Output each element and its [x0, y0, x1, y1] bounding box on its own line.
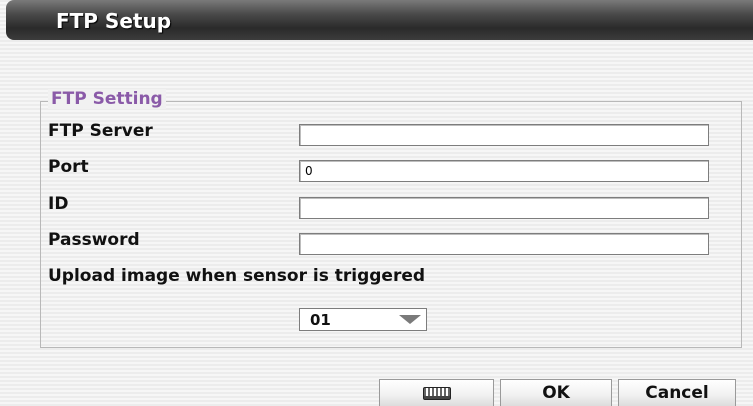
password-label: Password	[48, 230, 140, 250]
ftp-setup-dialog: FTP Setup FTP Setting FTP Server Port 0 …	[0, 0, 753, 406]
dialog-title: FTP Setup	[56, 9, 172, 33]
ok-button[interactable]: OK	[500, 379, 612, 406]
keyboard-button[interactable]	[379, 379, 494, 406]
port-label: Port	[48, 157, 89, 177]
cancel-button[interactable]: Cancel	[618, 379, 736, 406]
id-field[interactable]	[299, 197, 709, 219]
keyboard-icon	[422, 386, 451, 400]
password-field[interactable]	[299, 233, 709, 255]
sensor-select-value: 01	[310, 311, 331, 329]
chevron-down-icon[interactable]	[399, 315, 421, 324]
ftp-server-label: FTP Server	[48, 121, 153, 141]
sensor-trigger-label: Upload image when sensor is triggered	[48, 266, 426, 286]
title-bar: FTP Setup	[6, 0, 753, 40]
group-legend: FTP Setting	[48, 89, 166, 109]
sensor-select[interactable]: 01	[299, 308, 427, 331]
id-label: ID	[48, 194, 69, 214]
ftp-server-field[interactable]	[299, 124, 709, 146]
port-field[interactable]: 0	[299, 160, 709, 182]
